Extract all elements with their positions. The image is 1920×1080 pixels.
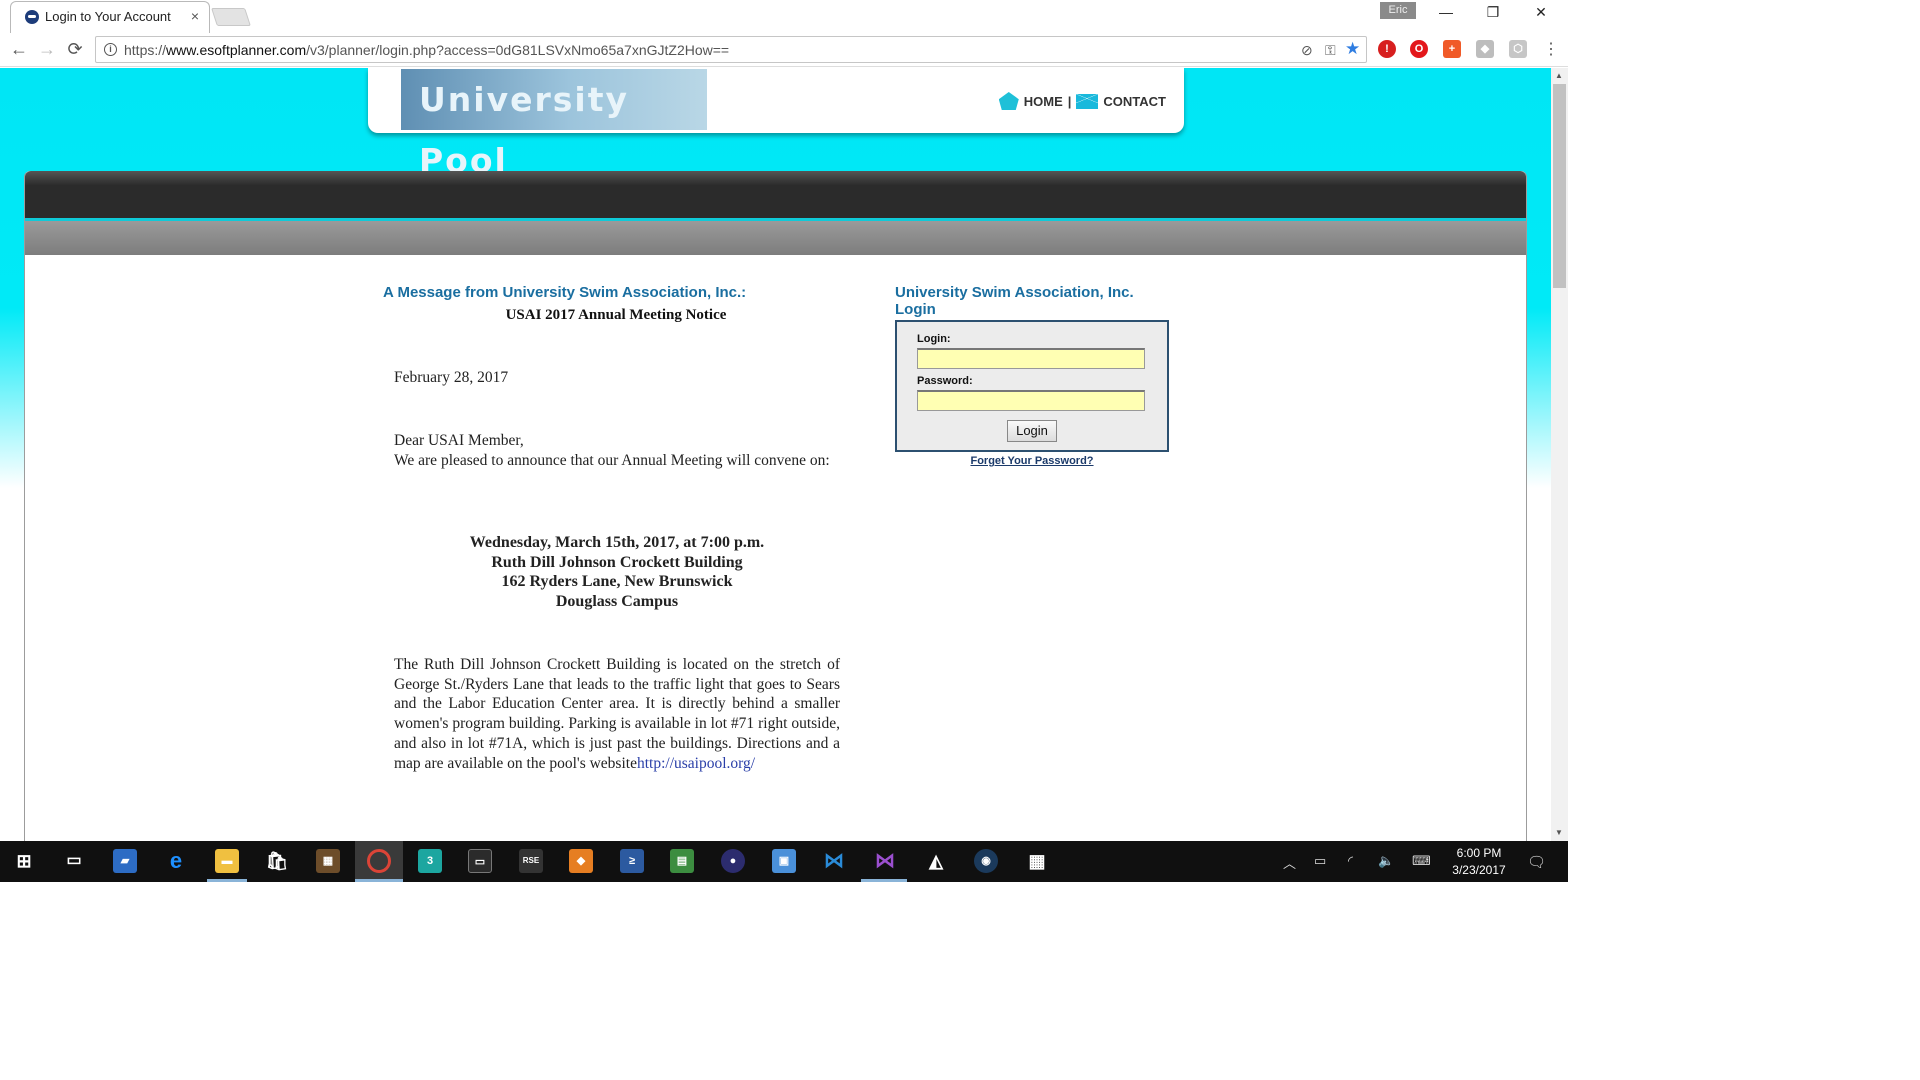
restore-icon[interactable]: ❐ bbox=[1478, 4, 1508, 21]
site-favicon-icon bbox=[25, 10, 39, 24]
scroll-down-icon[interactable]: ▼ bbox=[1555, 828, 1563, 837]
directions-text: The Ruth Dill Johnson Crockett Building … bbox=[394, 656, 840, 772]
new-tab-button[interactable] bbox=[211, 8, 251, 26]
store-icon[interactable]: 🛍 bbox=[265, 849, 289, 873]
extension-opera-icon[interactable]: O bbox=[1410, 40, 1428, 58]
notice-date: February 28, 2017 bbox=[394, 369, 509, 386]
calculator-icon[interactable]: ▦ bbox=[1025, 849, 1049, 873]
directions-paragraph: The Ruth Dill Johnson Crockett Building … bbox=[394, 655, 840, 773]
greeting: Dear USAI Member, bbox=[394, 432, 524, 449]
event-campus: Douglass Campus bbox=[555, 593, 679, 611]
extension-box-icon[interactable]: ⬡ bbox=[1509, 40, 1527, 58]
forgot-password-link[interactable]: Forget Your Password? bbox=[895, 455, 1169, 467]
vs-open-indicator bbox=[861, 879, 907, 882]
system-clock[interactable]: 6:00 PM 3/23/2017 bbox=[1444, 845, 1514, 879]
chrome-open-indicator bbox=[355, 879, 403, 882]
eclipse-icon[interactable]: ● bbox=[721, 849, 745, 873]
login-title: University Swim Association, Inc. Login bbox=[895, 284, 1134, 318]
battery-icon[interactable]: ▭ bbox=[1314, 853, 1326, 869]
address-bar[interactable]: i https://www.esoftplanner.com/v3/planne… bbox=[95, 36, 1367, 63]
close-window-icon[interactable]: ✕ bbox=[1526, 4, 1556, 21]
extension-plus-icon[interactable]: + bbox=[1443, 40, 1461, 58]
gray-bar bbox=[25, 221, 1526, 255]
volume-icon[interactable]: 🔈 bbox=[1378, 853, 1394, 869]
info-icon[interactable]: i bbox=[104, 43, 117, 56]
profile-badge[interactable]: Eric bbox=[1380, 2, 1416, 19]
page-scrollbar[interactable]: ▲ ▼ bbox=[1551, 68, 1568, 841]
clock-date: 3/23/2017 bbox=[1452, 863, 1506, 877]
unity-icon[interactable]: ◭ bbox=[924, 849, 948, 873]
blocked-content-icon[interactable]: ⊘ bbox=[1301, 42, 1313, 59]
login-label: Login: bbox=[917, 333, 951, 345]
extension-lastpass-icon[interactable]: ! bbox=[1378, 40, 1396, 58]
menu-icon[interactable]: ⋮ bbox=[1540, 39, 1562, 59]
scroll-up-icon[interactable]: ▲ bbox=[1555, 71, 1563, 80]
notifications-icon[interactable]: 🗨 bbox=[1527, 853, 1546, 871]
vscode-icon[interactable]: ⋈ bbox=[822, 849, 846, 873]
task-view-icon[interactable]: ▭ bbox=[62, 849, 86, 873]
start-icon[interactable]: ⊞ bbox=[12, 849, 36, 873]
app-3-icon[interactable]: 3 bbox=[418, 849, 442, 873]
edge-icon[interactable]: e bbox=[164, 849, 188, 873]
tab-strip: Login to Your Account × Eric — ❐ ✕ bbox=[0, 0, 1568, 33]
minecraft-icon[interactable]: ▦ bbox=[316, 849, 340, 873]
event-datetime: Wednesday, March 15th, 2017, at 7:00 p.m… bbox=[469, 534, 765, 551]
login-input[interactable] bbox=[917, 348, 1145, 369]
terminal-icon[interactable]: ▭ bbox=[468, 849, 492, 873]
event-address: 162 Ryders Lane, New Brunswick bbox=[501, 573, 733, 591]
message-heading: A Message from University Swim Associati… bbox=[383, 284, 747, 301]
extension-dropbox-icon[interactable]: ◆ bbox=[1476, 40, 1494, 58]
steam-icon[interactable]: ◉ bbox=[974, 849, 998, 873]
web-page: University Pool HOME | CONTACT A Message… bbox=[0, 68, 1551, 841]
home-icon[interactable] bbox=[998, 92, 1019, 110]
file-explorer-icon[interactable]: ▬ bbox=[215, 849, 239, 873]
event-details: Wednesday, March 15th, 2017, at 7:00 p.m… bbox=[394, 533, 840, 612]
windows-taskbar: ⊞ ▭ ▰ e ▬ 🛍 ▦ 3 ▭ RSE ◆ ≥ ▤ ● ▣ ⋈ ⋈ ◭ ◉ … bbox=[0, 841, 1568, 882]
nav-separator: | bbox=[1067, 93, 1072, 109]
notice-title: USAI 2017 Annual Meeting Notice bbox=[505, 307, 727, 323]
site-logo[interactable]: University Pool bbox=[401, 69, 707, 180]
git-icon[interactable]: ◆ bbox=[569, 849, 593, 873]
nav-home-link[interactable]: HOME bbox=[1024, 94, 1063, 109]
password-input[interactable] bbox=[917, 390, 1145, 411]
app-icon-1[interactable]: ▰ bbox=[113, 849, 137, 873]
content-panel: A Message from University Swim Associati… bbox=[24, 171, 1527, 841]
app-chart-icon[interactable]: ▤ bbox=[670, 849, 694, 873]
powershell-icon[interactable]: ≥ bbox=[620, 849, 644, 873]
key-icon[interactable]: ⚿ bbox=[1325, 42, 1336, 59]
clock-time: 6:00 PM bbox=[1456, 846, 1502, 860]
bookmark-star-icon[interactable]: ★ bbox=[1345, 39, 1360, 59]
keyboard-icon[interactable]: ⌨ bbox=[1412, 853, 1431, 869]
dark-banner bbox=[25, 171, 1526, 219]
login-button[interactable]: Login bbox=[1007, 420, 1057, 442]
scroll-thumb[interactable] bbox=[1553, 84, 1566, 288]
tab-title: Login to Your Account bbox=[45, 9, 171, 24]
cube-icon[interactable]: ▣ bbox=[772, 849, 796, 873]
event-building: Ruth Dill Johnson Crockett Building bbox=[491, 553, 743, 571]
intro-paragraph: We are pleased to announce that our Annu… bbox=[394, 452, 830, 469]
password-label: Password: bbox=[917, 375, 973, 387]
mail-icon[interactable] bbox=[1076, 93, 1099, 109]
browser-toolbar: ← → ⟳ i https://www.esoftplanner.com/v3/… bbox=[0, 33, 1568, 67]
site-header: University Pool HOME | CONTACT bbox=[368, 68, 1184, 180]
website-link[interactable]: http://usaipool.org/ bbox=[637, 755, 755, 772]
site-nav: HOME | CONTACT bbox=[998, 92, 1166, 110]
url-text: https://www.esoftplanner.com/v3/planner/… bbox=[124, 42, 730, 58]
rse-icon[interactable]: RSE bbox=[519, 849, 543, 873]
tab-close-icon[interactable]: × bbox=[191, 8, 199, 24]
tray-chevron-icon[interactable]: ︿ bbox=[1283, 853, 1296, 872]
minimize-icon[interactable]: — bbox=[1431, 4, 1461, 20]
forward-icon[interactable]: → bbox=[36, 39, 58, 60]
explorer-open-indicator bbox=[207, 879, 247, 882]
browser-tab[interactable]: Login to Your Account × bbox=[10, 1, 210, 33]
wifi-icon[interactable]: ◜ bbox=[1348, 853, 1353, 869]
chrome-icon[interactable] bbox=[367, 849, 391, 873]
login-form: Login: Password: Login bbox=[895, 320, 1169, 452]
nav-contact-link[interactable]: CONTACT bbox=[1103, 94, 1166, 109]
reload-icon[interactable]: ⟳ bbox=[64, 39, 86, 60]
visual-studio-icon[interactable]: ⋈ bbox=[873, 849, 897, 873]
back-icon[interactable]: ← bbox=[8, 39, 30, 60]
